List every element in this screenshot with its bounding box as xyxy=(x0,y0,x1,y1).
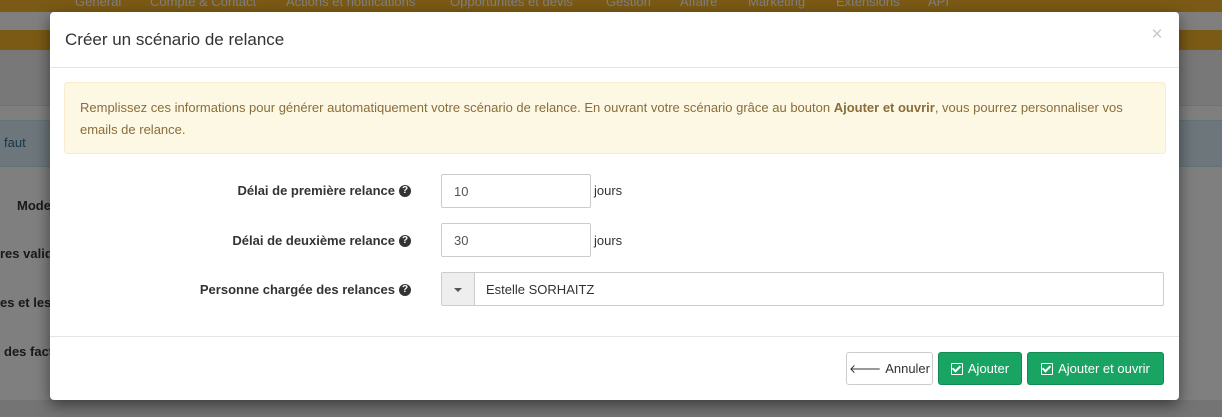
add-and-open-button-label: Ajouter et ouvrir xyxy=(1058,361,1150,376)
question-circle-icon[interactable]: ? xyxy=(399,234,411,247)
person-select-value: Estelle SORHAITZ xyxy=(486,282,595,297)
add-button-label: Ajouter xyxy=(967,361,1010,376)
person-label: Personne chargée des relances ? xyxy=(200,282,411,297)
modal-title: Créer un scénario de relance xyxy=(65,30,285,49)
add-button[interactable]: Ajouter xyxy=(938,352,1022,385)
create-reminder-scenario-dialog: Créer un scénario de relance × Remplisse… xyxy=(50,12,1179,400)
second-delay-input[interactable] xyxy=(441,223,591,257)
second-delay-label: Délai de deuxième relance ? xyxy=(232,233,411,248)
first-delay-unit: jours xyxy=(594,183,623,198)
second-delay-label-text: Délai de deuxième relance xyxy=(232,233,395,248)
cancel-button[interactable]: 🡐 Annuler xyxy=(846,352,933,385)
arrow-left-icon: 🡐 xyxy=(849,362,882,376)
first-delay-input[interactable] xyxy=(441,174,591,208)
second-delay-unit: jours xyxy=(594,233,623,248)
question-circle-icon[interactable]: ? xyxy=(399,283,411,296)
modal-header: Créer un scénario de relance × xyxy=(50,12,1179,68)
add-and-open-button[interactable]: Ajouter et ouvrir xyxy=(1027,352,1164,385)
first-delay-label: Délai de première relance ? xyxy=(237,183,411,198)
modal-footer: 🡐 Annuler Ajouter Ajouter et ouvrir xyxy=(50,336,1179,401)
close-icon[interactable]: × xyxy=(1149,25,1165,44)
check-square-icon xyxy=(1041,362,1054,375)
cancel-button-label: Annuler xyxy=(885,361,930,376)
alert-bold-text: Ajouter et ouvrir xyxy=(833,100,935,115)
first-delay-label-text: Délai de première relance xyxy=(237,183,395,198)
dropdown-toggle[interactable] xyxy=(442,273,475,305)
alert-text: Remplissez ces informations pour générer… xyxy=(80,100,834,115)
info-alert: Remplissez ces informations pour générer… xyxy=(64,82,1166,154)
person-label-text: Personne chargée des relances xyxy=(199,282,395,297)
check-square-icon xyxy=(950,362,963,375)
caret-down-icon xyxy=(454,288,462,292)
person-select[interactable]: Estelle SORHAITZ xyxy=(441,272,1164,306)
question-circle-icon[interactable]: ? xyxy=(399,184,411,197)
